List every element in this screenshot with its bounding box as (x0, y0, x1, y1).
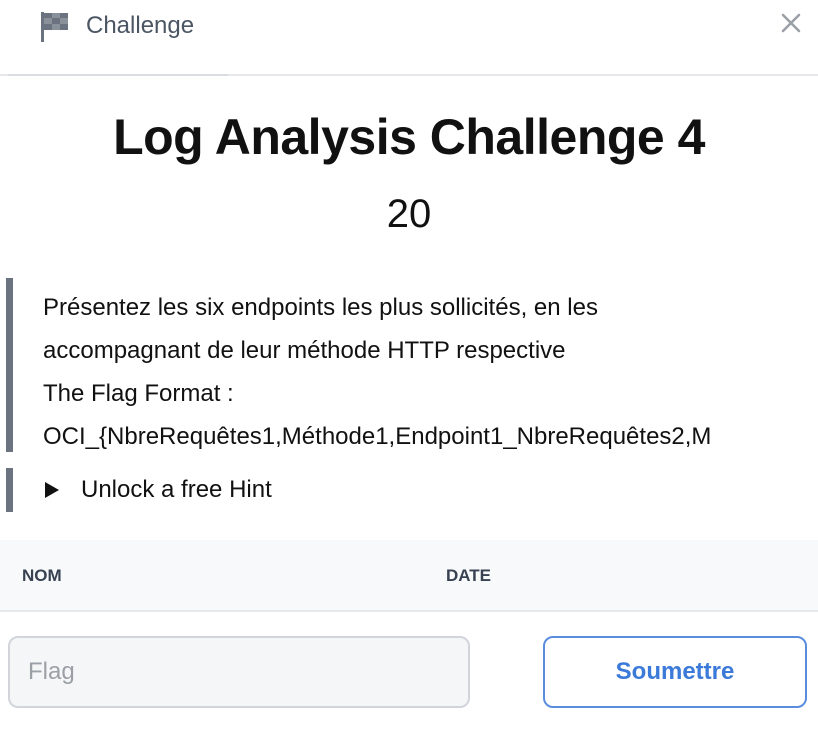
column-header-nom: NOM (22, 566, 62, 585)
description-line: The Flag Format : (43, 380, 234, 407)
description-line: accompagnant de leur méthode HTTP respec… (43, 337, 566, 364)
triangle-right-icon (45, 482, 59, 498)
tab-challenge[interactable]: Challenge (8, 0, 228, 76)
column-header-date: DATE (446, 566, 492, 585)
tab-label: Challenge (86, 12, 195, 39)
flag-icon (41, 12, 68, 42)
description-line: OCI_{NbreRequêtes1,Méthode1,Endpoint1_Nb… (43, 423, 712, 450)
description-line: Présentez les six endpoints les plus sol… (43, 294, 598, 321)
challenge-points: 20 (386, 192, 432, 236)
close-icon[interactable] (778, 10, 804, 36)
hint-label: Unlock a free Hint (81, 476, 272, 503)
challenge-description: Présentez les six endpoints les plus sol… (6, 278, 818, 452)
modal-header: Challenge (0, 0, 818, 76)
submit-button[interactable]: Soumettre (543, 636, 807, 708)
hint-toggle[interactable]: Unlock a free Hint (6, 468, 818, 512)
challenge-modal: Challenge Log Analysis Challenge 4 20 Pr… (0, 0, 818, 730)
challenge-title: Log Analysis Challenge 4 (113, 109, 705, 165)
flag-input[interactable] (8, 636, 470, 708)
solves-table-header: NOM DATE (0, 540, 818, 612)
